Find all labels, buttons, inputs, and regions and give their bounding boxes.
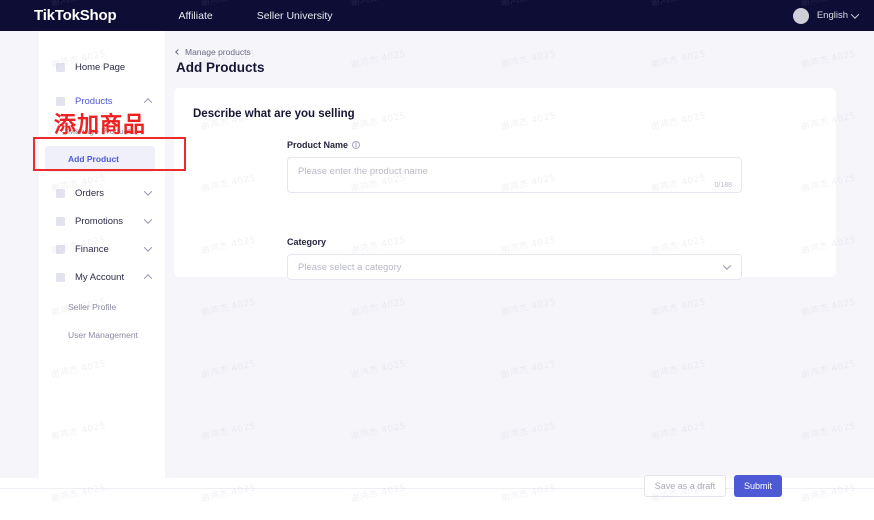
top-nav-links: Affiliate Seller University <box>178 10 376 22</box>
sidebar-item-label: Finance <box>75 244 109 255</box>
annotation-text: 添加商品 <box>54 107 146 139</box>
sidebar-item-finance[interactable]: Finance <box>39 235 165 263</box>
describe-product-card: Describe what are you selling Product Na… <box>174 88 836 277</box>
sidebar-item-label: Products <box>75 96 113 107</box>
page-title: Add Products <box>176 60 265 75</box>
breadcrumb[interactable]: Manage products <box>176 47 251 57</box>
app-root: TikTokShop Affiliate Seller University E… <box>0 0 874 520</box>
footer-bar: Save as a draft Submit <box>0 488 874 520</box>
nav-link-seller-university[interactable]: Seller University <box>257 10 333 22</box>
category-placeholder: Please select a category <box>298 262 402 273</box>
chevron-up-icon <box>144 98 152 106</box>
sidebar-subitem-user-management[interactable]: User Management <box>39 323 165 347</box>
field-label: Category <box>287 237 326 247</box>
breadcrumb-label: Manage products <box>185 47 251 57</box>
chevron-down-icon <box>144 215 152 223</box>
finance-icon <box>56 245 65 254</box>
sidebar-item-my-account[interactable]: My Account <box>39 263 165 291</box>
sidebar-item-orders[interactable]: Orders <box>39 179 165 207</box>
save-as-draft-button[interactable]: Save as a draft <box>644 475 726 497</box>
sidebar-subitem-label: Seller Profile <box>68 302 116 312</box>
sidebar-item-label: Home Page <box>75 62 125 73</box>
sidebar-item-label: Orders <box>75 188 104 199</box>
chevron-down-icon <box>723 261 731 269</box>
chevron-down-icon <box>144 187 152 195</box>
category-label-row: Category <box>287 237 742 247</box>
sidebar-subitem-label: User Management <box>68 330 138 340</box>
chevron-down-icon <box>851 10 859 18</box>
nav-link-affiliate[interactable]: Affiliate <box>178 10 212 22</box>
sidebar-item-home-page[interactable]: Home Page <box>39 53 165 81</box>
sidebar: Home Page Products Manage Products Add P… <box>39 31 165 478</box>
chevron-up-icon <box>144 274 152 282</box>
footer-actions: Save as a draft Submit <box>644 475 782 497</box>
promotions-icon <box>56 217 65 226</box>
products-icon <box>56 97 65 106</box>
sidebar-subitem-seller-profile[interactable]: Seller Profile <box>39 295 165 319</box>
main-content: Manage products Add Products Describe wh… <box>165 31 874 478</box>
account-icon <box>56 273 65 282</box>
card-title: Describe what are you selling <box>193 108 355 120</box>
category-select[interactable]: Please select a category <box>287 254 742 280</box>
chevron-down-icon <box>144 243 152 251</box>
home-icon <box>56 63 65 72</box>
language-label: English <box>817 10 848 21</box>
field-label: Product Name <box>287 140 348 150</box>
avatar[interactable] <box>793 8 809 24</box>
sidebar-subitem-add-product[interactable]: Add Product <box>45 146 155 172</box>
brand-logo[interactable]: TikTokShop <box>34 7 116 24</box>
character-counter: 0/188 <box>714 182 732 189</box>
back-chevron-icon <box>175 49 181 55</box>
top-bar-right: English <box>793 0 858 31</box>
product-name-placeholder: Please enter the product name <box>298 166 428 177</box>
product-name-field-group: Product Name i Please enter the product … <box>287 140 742 193</box>
info-circle-icon[interactable]: i <box>352 141 360 149</box>
sidebar-item-label: My Account <box>75 272 124 283</box>
language-selector[interactable]: English <box>817 10 858 21</box>
product-name-label-row: Product Name i <box>287 140 742 150</box>
sidebar-item-promotions[interactable]: Promotions <box>39 207 165 235</box>
category-field-group: Category Please select a category <box>287 237 742 280</box>
submit-button[interactable]: Submit <box>734 475 782 497</box>
sidebar-subitem-label: Add Product <box>68 154 119 164</box>
sidebar-item-label: Promotions <box>75 216 123 227</box>
orders-icon <box>56 189 65 198</box>
top-navigation-bar: TikTokShop Affiliate Seller University E… <box>0 0 874 31</box>
product-name-input[interactable]: Please enter the product name 0/188 <box>287 157 742 193</box>
